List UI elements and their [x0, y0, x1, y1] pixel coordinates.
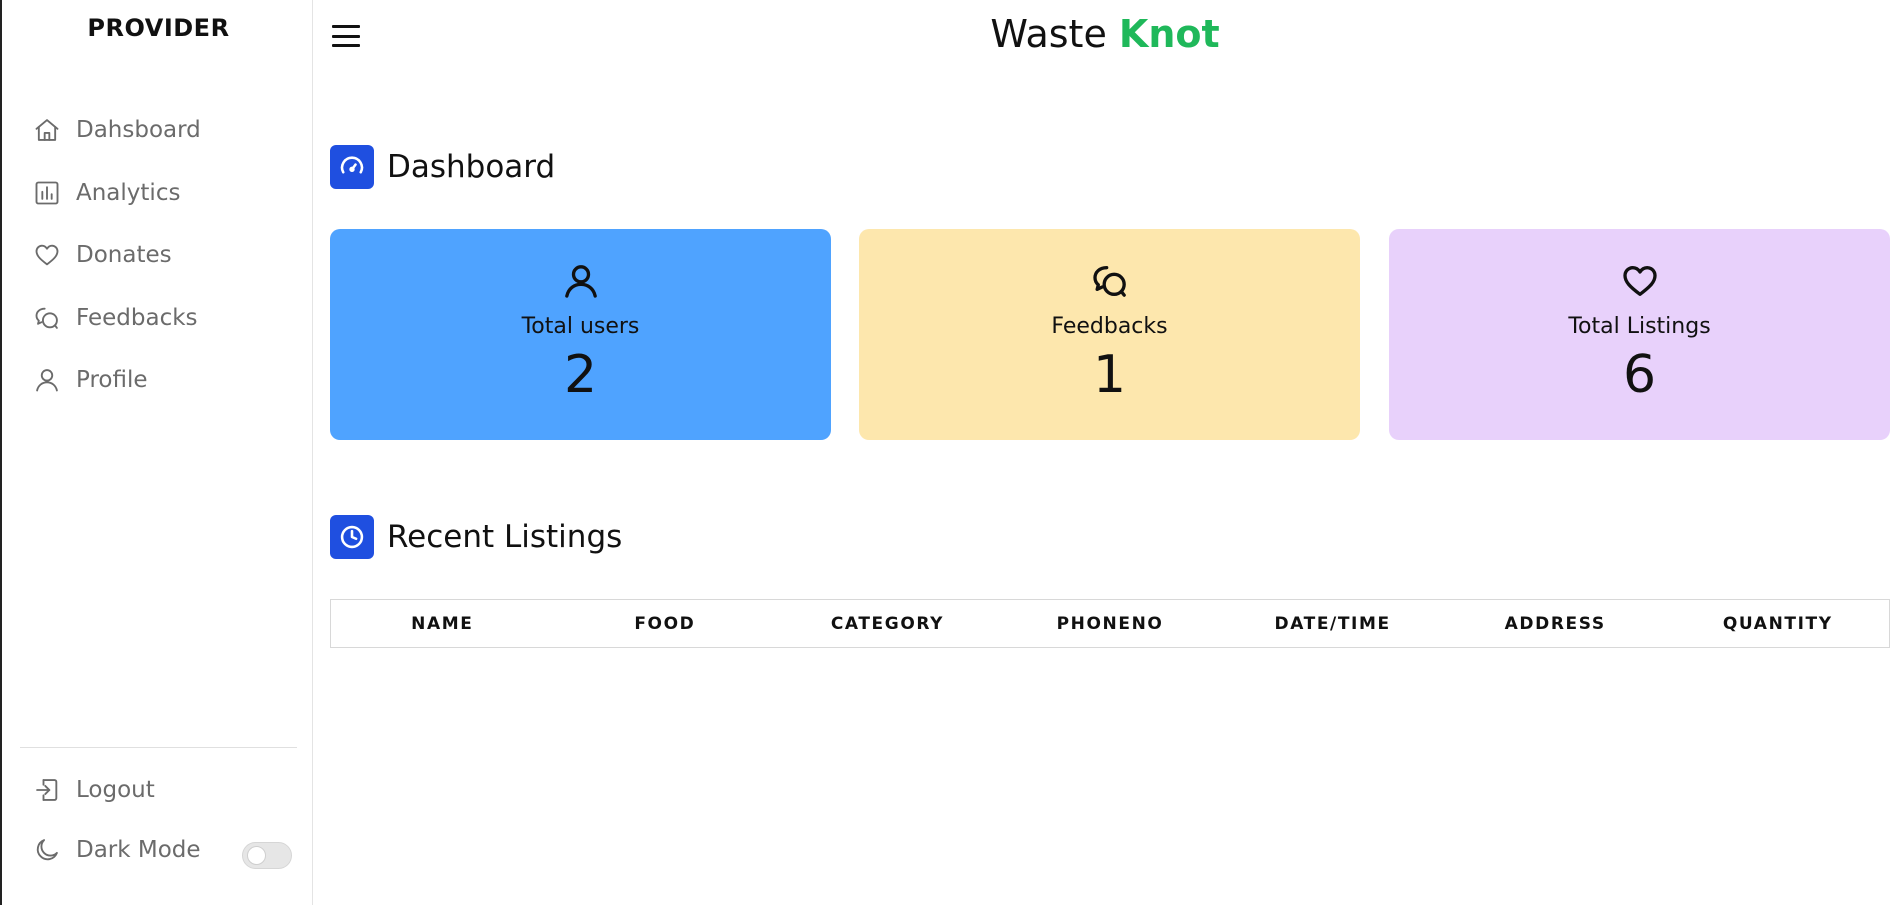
dashboard-heading: Dashboard [330, 145, 555, 189]
card-label: Total users [521, 314, 640, 339]
app-title-part1: Waste [990, 12, 1119, 56]
card-value: 6 [1622, 345, 1657, 405]
recent-listings-table: NAME FOOD CATEGORY PHONENO DATE/TIME ADD… [330, 599, 1890, 648]
heart-icon [32, 240, 62, 270]
sidebar-item-label: Profile [76, 367, 148, 393]
column-header-quantity[interactable]: QUANTITY [1666, 614, 1889, 634]
sidebar-item-dashboard[interactable]: Dahsboard [32, 110, 302, 150]
dark-mode-row: Dark Mode [32, 830, 302, 870]
card-total-users: Total users 2 [330, 229, 831, 440]
sidebar-brand: PROVIDER [87, 14, 230, 42]
logout-label: Logout [76, 777, 155, 803]
column-header-food[interactable]: FOOD [554, 614, 777, 634]
sidebar-item-donates[interactable]: Donates [32, 235, 302, 275]
clock-icon [330, 515, 374, 559]
chat-bubbles-icon [32, 303, 62, 333]
app-title: Waste Knot [313, 12, 1897, 56]
sidebar-item-profile[interactable]: Profile [32, 360, 302, 400]
logout-button[interactable]: Logout [32, 770, 302, 810]
sidebar: PROVIDER Dahsboard Analytics Donates Fee… [0, 0, 313, 905]
sidebar-divider [20, 747, 297, 748]
sidebar-item-label: Analytics [76, 179, 181, 206]
sidebar-item-label: Feedbacks [76, 304, 198, 331]
recent-listings-heading: Recent Listings [330, 515, 622, 559]
sidebar-item-analytics[interactable]: Analytics [32, 173, 302, 213]
card-total-listings: Total Listings 6 [1389, 229, 1890, 440]
card-label: Total Listings [1568, 314, 1711, 339]
home-icon [32, 115, 62, 145]
chat-bubbles-icon [1088, 259, 1132, 303]
sidebar-item-label: Donates [76, 242, 172, 268]
app-title-part2: Knot [1118, 12, 1220, 56]
card-label: Feedbacks [1051, 314, 1168, 339]
card-feedbacks: Feedbacks 1 [859, 229, 1360, 440]
user-icon [32, 365, 62, 395]
sidebar-bottom: Logout Dark Mode [32, 770, 302, 890]
stat-cards: Total users 2 Feedbacks 1 Total Listings… [330, 229, 1890, 440]
column-header-phoneno[interactable]: PHONENO [999, 614, 1222, 634]
user-icon [559, 259, 603, 303]
card-value: 2 [563, 345, 598, 405]
heart-icon [1618, 259, 1662, 303]
sidebar-item-feedbacks[interactable]: Feedbacks [32, 298, 302, 338]
bar-chart-icon [32, 178, 62, 208]
section-title: Recent Listings [387, 519, 623, 555]
card-value: 1 [1092, 345, 1127, 405]
column-header-name[interactable]: NAME [331, 614, 554, 634]
column-header-datetime[interactable]: DATE/TIME [1221, 614, 1444, 634]
logout-icon [32, 775, 62, 805]
dark-mode-toggle[interactable] [242, 842, 292, 869]
speedometer-icon [330, 145, 374, 189]
sidebar-item-label: Dahsboard [76, 117, 201, 143]
dark-mode-label: Dark Mode [76, 837, 201, 863]
moon-icon [32, 835, 62, 865]
page-title: Dashboard [387, 149, 556, 185]
toggle-knob [247, 846, 266, 865]
app-root: PROVIDER Dahsboard Analytics Donates Fee… [0, 0, 1897, 905]
column-header-category[interactable]: CATEGORY [776, 614, 999, 634]
column-header-address[interactable]: ADDRESS [1444, 614, 1667, 634]
sidebar-nav: Dahsboard Analytics Donates Feedbacks Pr… [32, 110, 302, 423]
